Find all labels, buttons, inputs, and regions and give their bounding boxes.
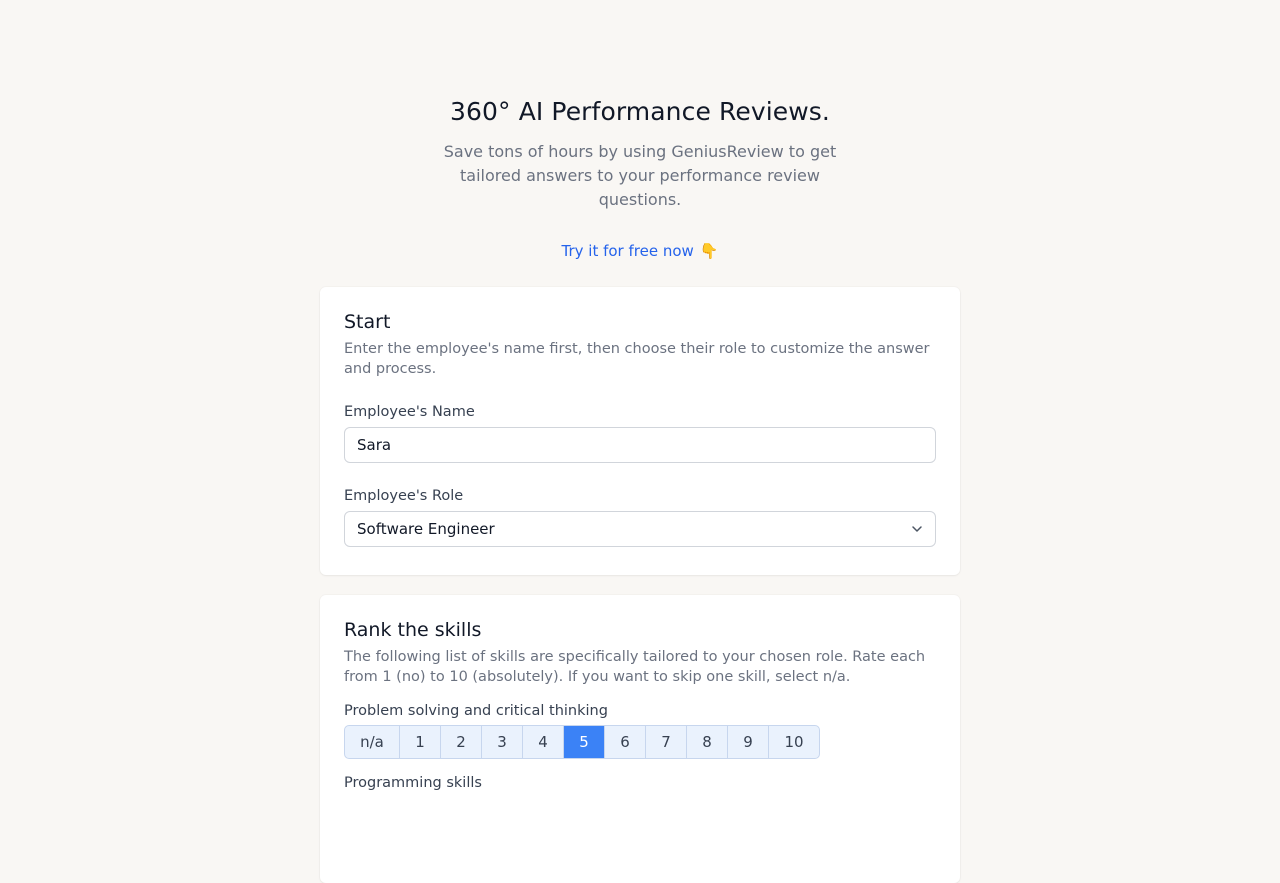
employee-role-select[interactable]: Software Engineer [344,511,936,547]
rating-option-4[interactable]: 4 [523,726,564,758]
employee-name-label: Employee's Name [344,404,475,420]
rating-option-6[interactable]: 6 [605,726,646,758]
employee-name-value: Sara [357,436,392,454]
pointing-down-icon: 👇 [699,242,719,260]
employee-role-label: Employee's Role [344,488,464,504]
rating-option-5[interactable]: 5 [564,726,605,758]
subtitle-line-1: Save tons of hours by using GeniusReview… [443,142,837,161]
rating-option-na[interactable]: n/a [345,726,400,758]
start-card: Start Enter the employee's name first, t… [320,287,960,575]
rating-option-3[interactable]: 3 [482,726,523,758]
skills-title: Rank the skills [344,619,482,641]
rating-option-2[interactable]: 2 [441,726,482,758]
try-free-label: Try it for free now [561,242,694,260]
skill-rating-group: n/a 1 2 3 4 5 6 7 8 9 10 [344,725,820,759]
start-title: Start [344,311,391,333]
page-title: 360° AI Performance Reviews. [450,97,830,126]
start-description: Enter the employee's name first, then ch… [344,341,930,377]
skill-label: Problem solving and critical thinking [344,703,608,719]
rating-option-10[interactable]: 10 [769,726,819,758]
page-subtitle: Save tons of hours by using GeniusReview… [420,140,860,212]
employee-role-value: Software Engineer [357,520,495,538]
rating-option-1[interactable]: 1 [400,726,441,758]
subtitle-line-2: tailored answers to your performance rev… [460,166,820,209]
rating-option-9[interactable]: 9 [728,726,769,758]
employee-name-input[interactable]: Sara [344,427,936,463]
skill-label: Programming skills [344,775,482,791]
chevron-down-icon [912,526,922,532]
hero-section: 360° AI Performance Reviews. Save tons o… [0,0,1280,260]
rating-option-7[interactable]: 7 [646,726,687,758]
try-free-link[interactable]: Try it for free now 👇 [562,242,719,260]
skills-description: The following list of skills are specifi… [344,649,926,685]
skills-card: Rank the skills The following list of sk… [320,595,960,883]
rating-option-8[interactable]: 8 [687,726,728,758]
